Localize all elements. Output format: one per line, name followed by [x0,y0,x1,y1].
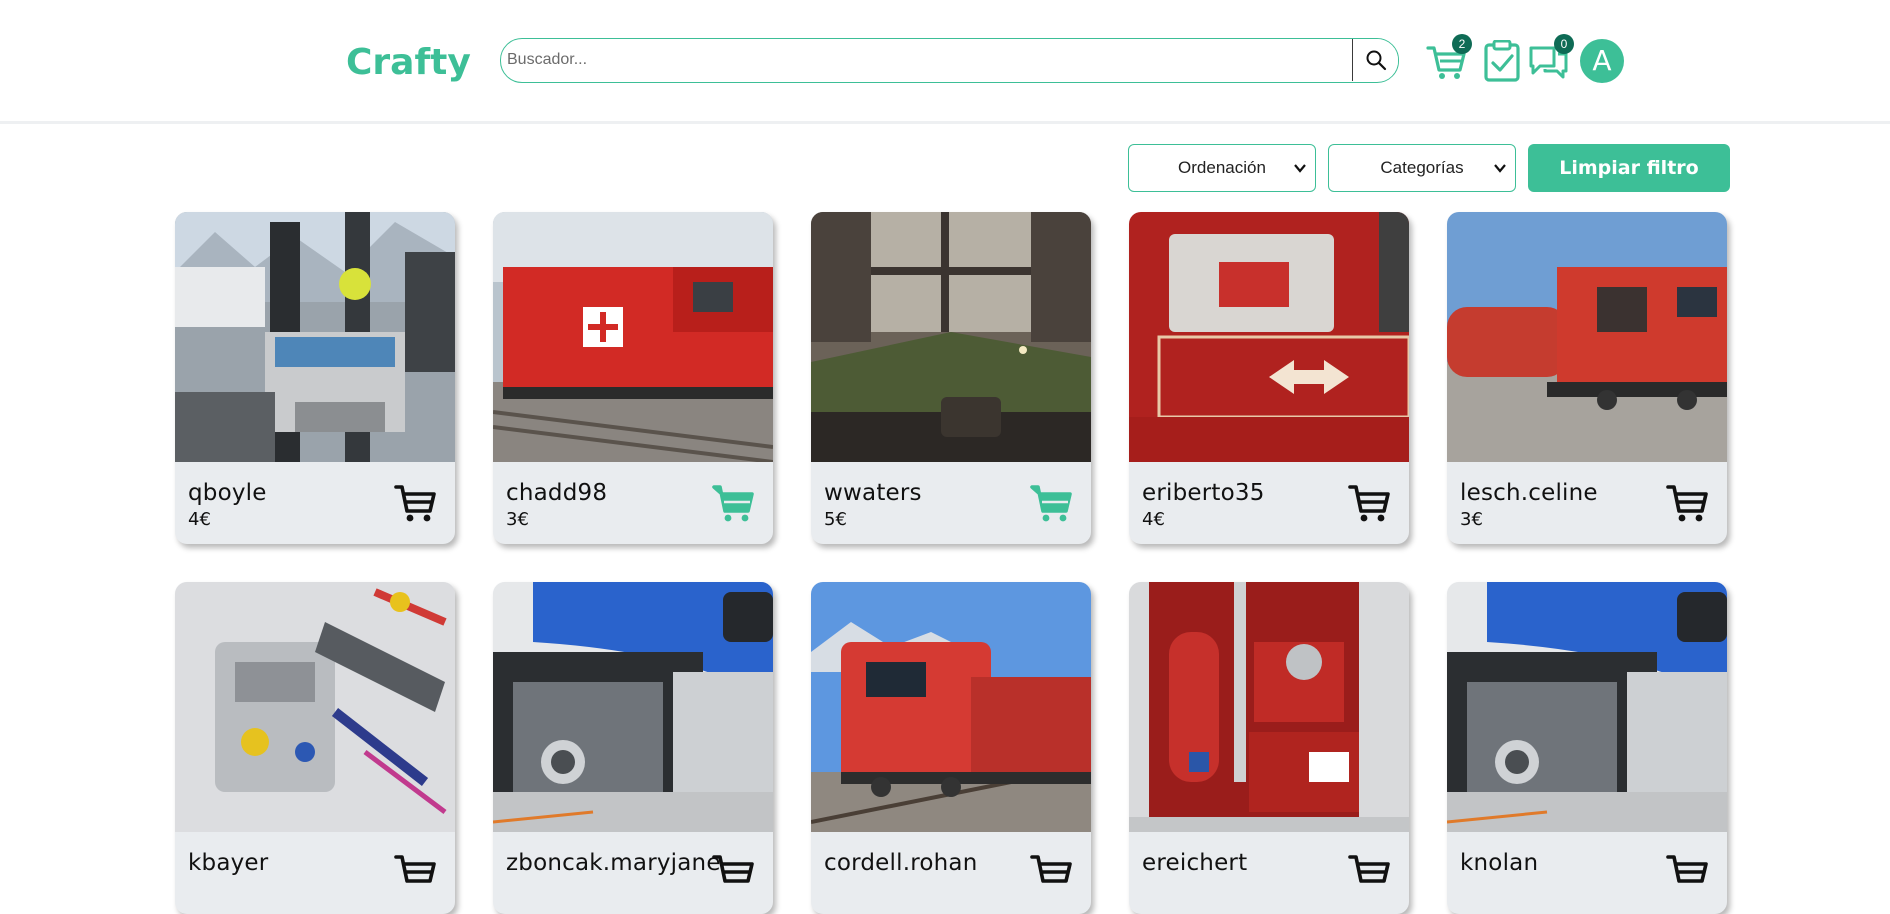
product-username: cordell.rohan [824,850,978,876]
product-username: zboncak.maryjane [506,850,721,876]
add-to-cart-button[interactable] [1348,483,1392,523]
product-image[interactable] [811,582,1091,832]
sort-select[interactable]: Ordenación [1128,144,1316,192]
cart-icon [1348,485,1390,522]
product-card[interactable]: wwaters 5€ [811,212,1091,544]
product-image[interactable] [1129,212,1409,462]
product-username: lesch.celine [1460,480,1598,506]
category-select-label: Categorías [1380,158,1464,177]
clipboard-check-icon [1484,39,1520,82]
product-card[interactable]: qboyle 4€ [175,212,455,544]
product-image[interactable] [811,212,1091,462]
product-card[interactable]: eriberto35 4€ [1129,212,1409,544]
add-to-cart-button[interactable] [1348,853,1392,893]
product-image[interactable] [175,582,455,832]
chevron-down-icon [1494,164,1506,173]
product-card[interactable]: zboncak.maryjane [493,582,773,914]
messages-count-badge: 0 [1554,34,1574,54]
cart-filled-icon [1030,485,1072,522]
search-icon [1366,50,1386,71]
product-username: chadd98 [506,480,608,506]
chevron-down-icon [1294,164,1306,173]
product-image[interactable] [1129,582,1409,832]
product-image[interactable] [493,582,773,832]
top-header: Crafty 2 0 A [0,0,1890,124]
product-card[interactable]: lesch.celine 3€ [1447,212,1727,544]
product-username: ereichert [1142,850,1248,876]
product-price: 3€ [1460,509,1483,530]
product-image[interactable] [493,212,773,462]
cart-icon [712,855,754,883]
product-price: 3€ [506,509,529,530]
user-avatar[interactable]: A [1580,39,1624,83]
messages-button[interactable]: 0 [1528,34,1574,82]
cart-count-badge: 2 [1452,34,1472,54]
product-username: knolan [1460,850,1539,876]
product-price: 4€ [188,509,211,530]
product-username: eriberto35 [1142,480,1265,506]
add-to-cart-button[interactable] [1030,853,1074,893]
product-card[interactable]: cordell.rohan [811,582,1091,914]
add-to-cart-button[interactable] [394,483,438,523]
add-to-cart-button[interactable] [1666,483,1710,523]
search-button[interactable] [1352,39,1398,81]
add-to-cart-button[interactable] [1666,853,1710,893]
product-price: 4€ [1142,509,1165,530]
product-image[interactable] [1447,582,1727,832]
search-bar [500,38,1399,83]
cart-icon [1666,485,1708,522]
add-to-cart-button[interactable] [712,853,756,893]
category-select[interactable]: Categorías [1328,144,1516,192]
product-image[interactable] [175,212,455,462]
clear-filter-button[interactable]: Limpiar filtro [1528,144,1730,192]
product-image[interactable] [1447,212,1727,462]
orders-button[interactable] [1481,39,1523,82]
cart-icon [394,485,436,522]
add-to-cart-button[interactable] [394,853,438,893]
product-card[interactable]: chadd98 3€ [493,212,773,544]
cart-icon [1666,855,1708,883]
product-price: 5€ [824,509,847,530]
remove-from-cart-button[interactable] [712,483,756,523]
product-card[interactable]: knolan [1447,582,1727,914]
header-cart-button[interactable]: 2 [1426,34,1472,82]
sort-select-label: Ordenación [1178,158,1266,177]
cart-icon [1030,855,1072,883]
search-input[interactable] [501,39,1353,81]
product-username: wwaters [824,480,922,506]
brand-name: Crafty [346,42,471,83]
cart-filled-icon [712,485,754,522]
crafty-logo[interactable]: Crafty [346,30,478,86]
cart-icon [394,855,436,883]
product-username: kbayer [188,850,269,876]
product-card[interactable]: ereichert [1129,582,1409,914]
product-card[interactable]: kbayer [175,582,455,914]
remove-from-cart-button[interactable] [1030,483,1074,523]
cart-icon [1348,855,1390,883]
product-username: qboyle [188,480,267,506]
